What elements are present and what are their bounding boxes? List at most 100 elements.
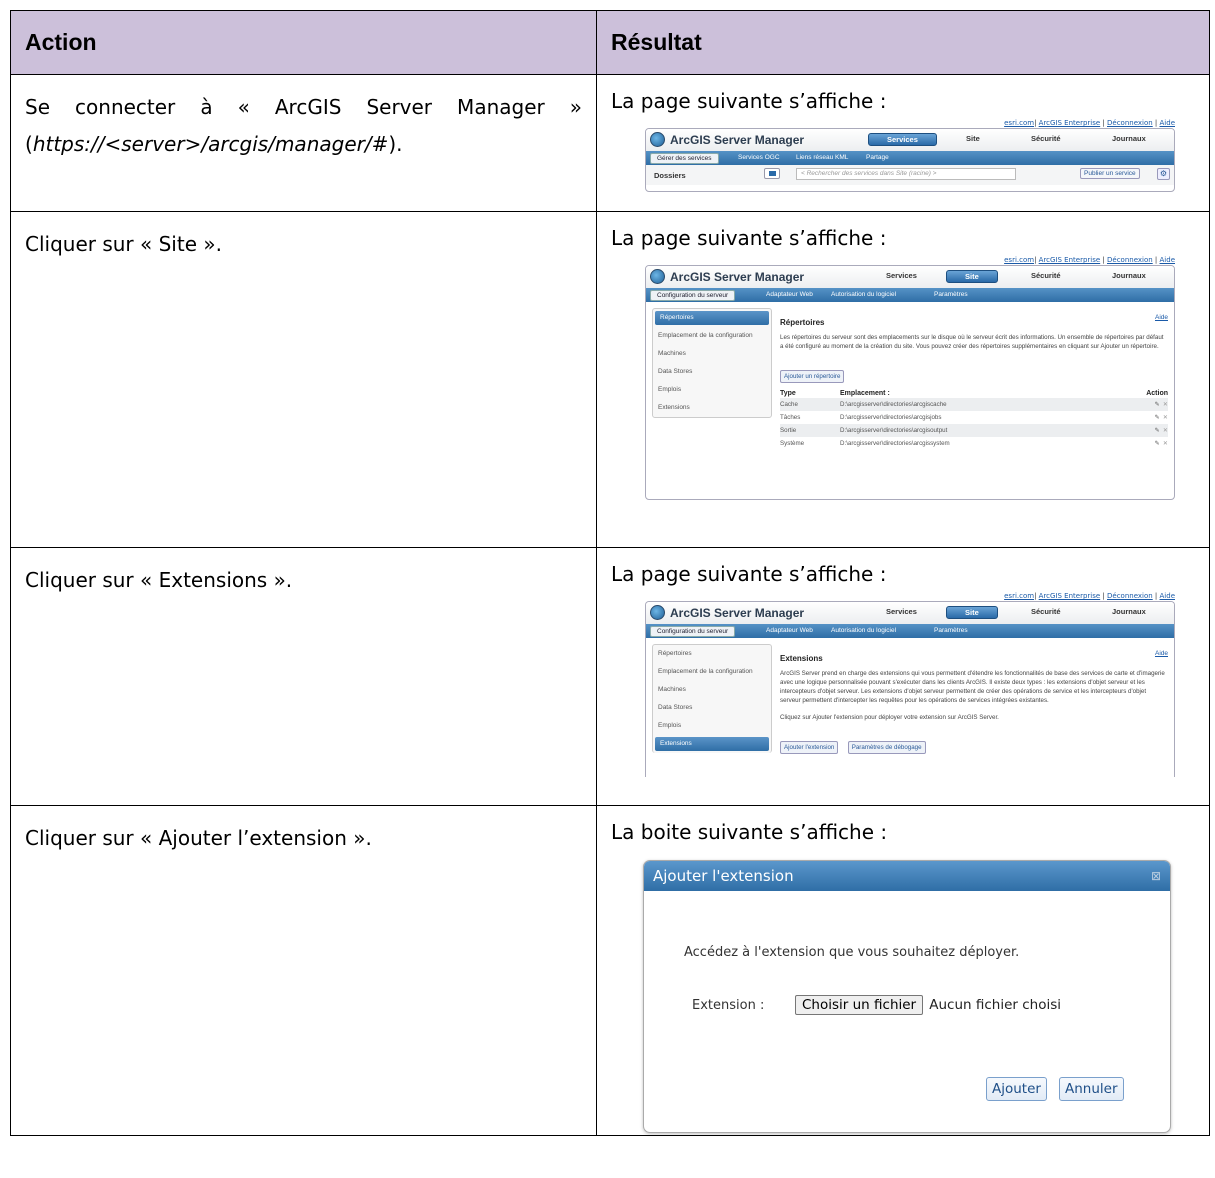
sidebar-item-data-stores[interactable]: Data Stores: [653, 699, 771, 717]
sidebar-item-extensions[interactable]: Extensions: [653, 399, 771, 417]
nav-security[interactable]: Sécurité: [1031, 134, 1061, 143]
subnav-licensing[interactable]: Autorisation du logiciel: [831, 291, 896, 298]
edit-icon[interactable]: ✎: [1155, 414, 1160, 421]
choose-file-button[interactable]: Choisir un fichier: [795, 995, 924, 1015]
app-title: ArcGIS Server Manager: [670, 606, 805, 620]
nav-site[interactable]: Site: [946, 606, 998, 619]
app-title: ArcGIS Server Manager: [670, 270, 805, 284]
result-cell: La page suivante s’affiche : esri.com| A…: [596, 211, 1210, 548]
result-cell: La page suivante s’affiche : esri.com| A…: [596, 74, 1210, 212]
services-subnav: Gérer des services Services OGC Liens ré…: [646, 151, 1174, 165]
delete-icon[interactable]: ✕: [1163, 440, 1168, 447]
subnav-kml[interactable]: Liens réseau KML: [796, 154, 848, 161]
header-result: Résultat: [596, 10, 1210, 75]
services-search-input[interactable]: < Rechercher des services dans Site (rac…: [796, 168, 1016, 180]
action-cell: Se connecter à « ArcGIS Server Manager »…: [10, 74, 597, 212]
page-title: Répertoires: [780, 318, 825, 327]
dialog-prompt: Accédez à l'extension que vous souhaitez…: [684, 945, 1020, 960]
header-action: Action: [10, 10, 597, 75]
nav-services[interactable]: Services: [886, 607, 917, 616]
banner: ArcGIS Server Manager Services Site Sécu…: [646, 129, 1174, 151]
enterprise-link[interactable]: ArcGIS Enterprise: [1039, 119, 1101, 127]
subnav-web-adaptor[interactable]: Adaptateur Web: [766, 627, 813, 634]
delete-icon[interactable]: ✕: [1163, 401, 1168, 408]
action-text: Cliquer sur « Ajouter l’extension ».: [25, 826, 372, 850]
file-status: Aucun fichier choisi: [929, 997, 1062, 1013]
nav-logs[interactable]: Journaux: [1112, 271, 1146, 280]
delete-icon[interactable]: ✕: [1163, 427, 1168, 434]
edit-icon[interactable]: ✎: [1155, 427, 1160, 434]
globe-logo-icon: [650, 132, 665, 147]
folder-toolbar: Dossiers < Rechercher des services dans …: [646, 165, 1174, 185]
page-title: Extensions: [780, 654, 823, 663]
new-folder-icon[interactable]: [764, 168, 780, 179]
extensions-content: Aide Extensions ArcGIS Server prend en c…: [780, 644, 1168, 754]
edit-icon[interactable]: ✎: [1155, 401, 1160, 408]
debug-settings-button[interactable]: Paramètres de débogage: [847, 741, 926, 754]
dir-location: D:\arcgisserver\directories\arcgiscache: [840, 398, 1114, 411]
banner: ArcGIS Server Manager Services Site Sécu…: [646, 266, 1174, 288]
subnav-settings[interactable]: Paramètres: [934, 291, 968, 298]
subnav-web-adaptor[interactable]: Adaptateur Web: [766, 291, 813, 298]
esri-link[interactable]: esri.com: [1004, 119, 1034, 127]
col-type: Type: [780, 390, 796, 397]
nav-site[interactable]: Site: [946, 270, 998, 283]
table-row: Cache D:\arcgisserver\directories\arcgis…: [780, 398, 1168, 411]
manager-window: ArcGIS Server Manager Services Site Sécu…: [645, 128, 1175, 192]
nav-security[interactable]: Sécurité: [1031, 607, 1061, 616]
subnav-settings[interactable]: Paramètres: [934, 627, 968, 634]
dialog-title: Ajouter l'extension: [653, 867, 794, 885]
sidebar-item-config-store[interactable]: Emplacement de la configuration: [653, 327, 771, 345]
add-button[interactable]: Ajouter: [986, 1077, 1047, 1101]
col-location: Emplacement :: [840, 390, 890, 397]
dir-type: Cache: [780, 398, 840, 411]
sidebar-item-jobs[interactable]: Emplois: [653, 717, 771, 735]
sidebar-item-machines[interactable]: Machines: [653, 345, 771, 363]
sidebar-item-data-stores[interactable]: Data Stores: [653, 363, 771, 381]
manager-url: https://<server>/arcgis/manager/#: [32, 132, 389, 156]
cancel-button[interactable]: Annuler: [1059, 1077, 1124, 1101]
nav-logs[interactable]: Journaux: [1112, 134, 1146, 143]
result-text: La page suivante s’affiche :: [611, 226, 887, 250]
nav-site[interactable]: Site: [966, 134, 980, 143]
nav-services[interactable]: Services: [868, 133, 937, 146]
help-link[interactable]: Aide: [1155, 650, 1168, 657]
subnav-manage-services[interactable]: Gérer des services: [650, 153, 719, 164]
subnav-licensing[interactable]: Autorisation du logiciel: [831, 627, 896, 634]
add-directory-button[interactable]: Ajouter un répertoire: [780, 370, 845, 383]
table-row: Système D:\arcgisserver\directories\arcg…: [780, 437, 1168, 450]
sidebar-item-machines[interactable]: Machines: [653, 681, 771, 699]
nav-security[interactable]: Sécurité: [1031, 271, 1061, 280]
nav-services[interactable]: Services: [886, 271, 917, 280]
dir-location: D:\arcgisserver\directories\arcgisjobs: [840, 414, 942, 421]
gear-icon[interactable]: ⚙: [1157, 168, 1170, 180]
publish-service-button[interactable]: Publier un service: [1080, 168, 1140, 179]
sidebar-item-extensions[interactable]: Extensions: [655, 737, 769, 751]
nav-logs[interactable]: Journaux: [1112, 607, 1146, 616]
logout-link[interactable]: Déconnexion: [1107, 119, 1153, 127]
dir-type: Système: [780, 440, 805, 447]
help-link[interactable]: Aide: [1160, 119, 1175, 127]
sidebar-item-directories[interactable]: Répertoires: [655, 311, 769, 325]
edit-icon[interactable]: ✎: [1155, 440, 1160, 447]
subnav-sharing[interactable]: Partage: [866, 154, 889, 161]
col-action: Action: [1146, 390, 1168, 397]
add-extension-button[interactable]: Ajouter l'extension: [780, 741, 839, 754]
sidebar-item-jobs[interactable]: Emplois: [653, 381, 771, 399]
table-row: Cliquer sur « Ajouter l’extension ». La …: [10, 805, 1210, 1136]
sidebar-item-config-store[interactable]: Emplacement de la configuration: [653, 663, 771, 681]
subnav-server-config[interactable]: Configuration du serveur: [650, 290, 736, 301]
table-row: Tâches D:\arcgisserver\directories\arcgi…: [780, 411, 1168, 424]
table-header: Action Résultat: [10, 10, 1210, 75]
delete-icon[interactable]: ✕: [1163, 414, 1168, 421]
services-screenshot: esri.com| ArcGIS Enterprise | Déconnexio…: [645, 118, 1175, 192]
help-link[interactable]: Aide: [1155, 314, 1168, 321]
close-icon[interactable]: ⊠: [1151, 861, 1161, 891]
directories-description: Les répertoires du serveur sont des empl…: [780, 334, 1164, 350]
subnav-server-config[interactable]: Configuration du serveur: [650, 626, 736, 637]
manager-window: ArcGIS Server Manager Services Site Sécu…: [645, 601, 1175, 777]
result-text: La page suivante s’affiche :: [611, 89, 887, 113]
sidebar-item-directories[interactable]: Répertoires: [653, 645, 771, 663]
subnav-ogc[interactable]: Services OGC: [738, 154, 780, 161]
extension-field-label: Extension :: [692, 998, 765, 1013]
